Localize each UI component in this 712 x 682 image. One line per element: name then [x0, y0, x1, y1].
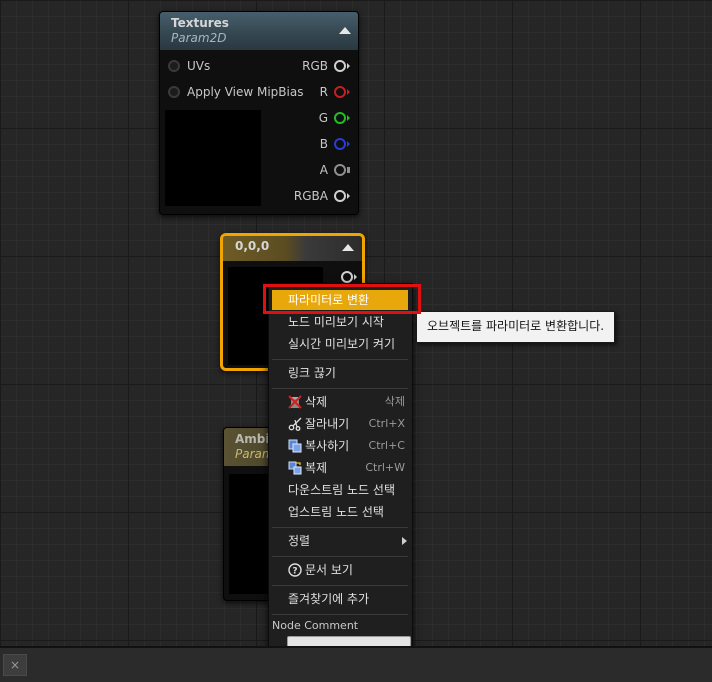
svg-text:?: ?	[292, 567, 297, 577]
input-pin-apply-view-mipbias[interactable]: Apply View MipBias	[168, 84, 308, 100]
input-pin-icon[interactable]	[168, 60, 180, 72]
textures-node[interactable]: Textures Param2D UVs Apply View MipBias …	[159, 11, 359, 215]
input-pin-label: UVs	[187, 59, 211, 73]
menu-item-realtime-preview[interactable]: 실시간 미리보기 켜기	[272, 334, 408, 354]
collapse-arrow-icon[interactable]	[339, 27, 351, 34]
menu-item-select-downstream[interactable]: 다운스트림 노드 선택	[272, 480, 408, 500]
output-pin-icon[interactable]	[334, 164, 350, 176]
output-pin-icon[interactable]	[334, 190, 350, 202]
highlight-callout-box	[263, 284, 421, 314]
duplicate-icon	[288, 461, 302, 475]
menu-separator	[272, 359, 408, 360]
menu-item-label: 복사하기	[305, 439, 350, 453]
menu-item-label: 복제	[305, 461, 328, 475]
output-pin-b[interactable]: B	[290, 136, 350, 152]
input-pin-label: Apply View MipBias	[187, 85, 304, 99]
textures-node-subtitle: Param2D	[171, 31, 227, 45]
input-pin-uvs[interactable]: UVs	[168, 58, 258, 74]
output-pin-rgba[interactable]: RGBA	[280, 188, 350, 204]
textures-node-header[interactable]: Textures Param2D	[160, 12, 358, 50]
menu-item-alignment[interactable]: 정렬	[272, 531, 408, 551]
help-icon: ?	[288, 563, 302, 577]
menu-item-shortcut: 삭제	[384, 395, 405, 408]
menu-item-add-to-favorites[interactable]: 즐겨찾기에 추가	[272, 589, 408, 609]
menu-item-duplicate[interactable]: 복제 Ctrl+W	[272, 458, 408, 478]
delete-icon	[288, 395, 302, 409]
submenu-arrow-icon	[402, 537, 407, 545]
close-tab-icon[interactable]: ×	[3, 654, 27, 676]
menu-item-break-links[interactable]: 링크 끊기	[272, 363, 408, 383]
menu-item-label: 잘라내기	[305, 417, 350, 431]
output-pin-icon[interactable]	[341, 271, 357, 283]
menu-item-label: 삭제	[305, 395, 328, 409]
texture-preview	[165, 110, 261, 206]
constant-node-title: 0,0,0	[235, 239, 270, 253]
menu-item-shortcut: Ctrl+C	[368, 439, 405, 452]
menu-item-label: 노드 미리보기 시작	[288, 315, 384, 329]
menu-item-label: 다운스트림 노드 선택	[288, 483, 395, 497]
output-pin-label: B	[319, 137, 328, 151]
output-pin-rgb[interactable]: RGB	[290, 58, 350, 74]
copy-icon	[288, 439, 302, 453]
menu-separator	[272, 585, 408, 586]
output-pin-label: RGBA	[293, 189, 328, 203]
menu-separator	[272, 556, 408, 557]
menu-item-label: 정렬	[288, 534, 311, 548]
node-comment-label: Node Comment	[272, 619, 359, 632]
collapse-arrow-icon[interactable]	[342, 244, 354, 251]
menu-item-shortcut: Ctrl+X	[368, 417, 405, 430]
menu-item-delete[interactable]: 삭제 삭제	[272, 392, 408, 412]
output-pin-g[interactable]: G	[290, 110, 350, 126]
context-menu: 파라미터로 변환 노드 미리보기 시작 실시간 미리보기 켜기 링크 끊기 삭제…	[268, 283, 413, 661]
menu-item-label: 문서 보기	[305, 563, 353, 577]
menu-item-view-documentation[interactable]: ? 문서 보기	[272, 560, 408, 580]
output-pin-a[interactable]: A	[290, 162, 350, 178]
output-pin-icon[interactable]	[334, 60, 350, 72]
output-pin-label: G	[318, 111, 328, 125]
tooltip: 오브젝트를 파라미터로 변환합니다.	[416, 311, 616, 343]
scissors-icon	[288, 417, 302, 431]
menu-item-copy[interactable]: 복사하기 Ctrl+C	[272, 436, 408, 456]
menu-item-label: 링크 끊기	[288, 366, 336, 380]
input-pin-icon[interactable]	[168, 86, 180, 98]
output-pin-icon[interactable]	[334, 138, 350, 150]
menu-item-label: 업스트림 노드 선택	[288, 505, 384, 519]
menu-item-cut[interactable]: 잘라내기 Ctrl+X	[272, 414, 408, 434]
output-pin-label: A	[319, 163, 328, 177]
output-pin-label: R	[319, 85, 328, 99]
menu-item-start-node-preview[interactable]: 노드 미리보기 시작	[272, 312, 408, 332]
menu-item-shortcut: Ctrl+W	[365, 461, 405, 474]
textures-node-title: Textures	[171, 16, 229, 30]
menu-separator	[272, 527, 408, 528]
output-pin-icon[interactable]	[334, 86, 350, 98]
constant-node-header[interactable]: 0,0,0	[223, 236, 362, 261]
menu-item-select-upstream[interactable]: 업스트림 노드 선택	[272, 502, 408, 522]
bottom-panel-bar: ×	[0, 646, 712, 682]
output-pin-icon[interactable]	[334, 112, 350, 124]
output-pin-r[interactable]: R	[290, 84, 350, 100]
output-pin-label: RGB	[302, 59, 328, 73]
menu-item-label: 즐겨찾기에 추가	[288, 592, 370, 606]
menu-item-label: 실시간 미리보기 켜기	[288, 337, 395, 351]
menu-separator	[272, 388, 408, 389]
menu-separator	[272, 614, 408, 615]
